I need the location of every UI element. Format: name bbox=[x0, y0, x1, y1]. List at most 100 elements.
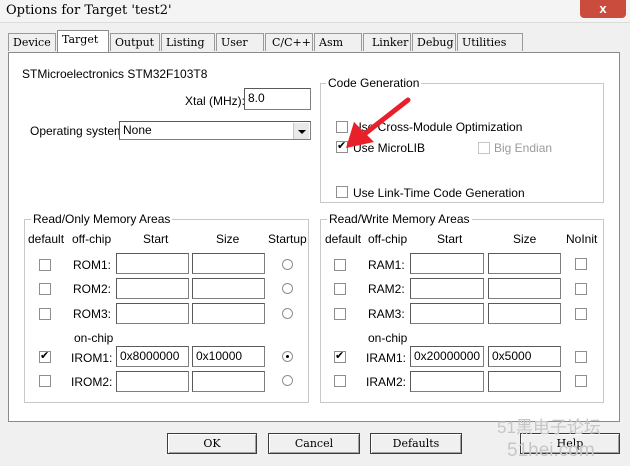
ro-header-offchip: off-chip bbox=[72, 232, 112, 246]
tab-listing[interactable]: Listing bbox=[161, 33, 215, 51]
ram2-default-checkbox[interactable] bbox=[334, 283, 346, 295]
rom1-size-input[interactable] bbox=[192, 253, 265, 274]
irom2-startup-radio[interactable] bbox=[282, 375, 293, 386]
rom3-default-checkbox[interactable] bbox=[39, 308, 51, 320]
rom3-label: ROM3: bbox=[73, 307, 112, 321]
tab-label: Device bbox=[13, 36, 51, 49]
iram1-label: IRAM1: bbox=[366, 351, 407, 365]
tab-utilities[interactable]: Utilities bbox=[457, 33, 523, 51]
tab-debug[interactable]: Debug bbox=[412, 33, 456, 51]
ram3-size-input[interactable] bbox=[488, 303, 561, 324]
tab-user[interactable]: User bbox=[216, 33, 264, 51]
iram1-start-input[interactable]: 0x20000000 bbox=[410, 346, 484, 367]
iram2-default-checkbox[interactable] bbox=[334, 375, 346, 387]
ram3-noinit-checkbox[interactable] bbox=[575, 308, 587, 320]
ro-header-start: Start bbox=[143, 232, 169, 246]
irom1-size-input[interactable]: 0x10000 bbox=[192, 346, 265, 367]
irom1-start-input[interactable]: 0x8000000 bbox=[116, 346, 189, 367]
tab-device[interactable]: Device bbox=[8, 33, 56, 51]
irom2-size-input[interactable] bbox=[192, 371, 265, 392]
iram2-noinit-checkbox[interactable] bbox=[575, 375, 587, 387]
ram2-label: RAM2: bbox=[368, 282, 405, 296]
irom2-default-checkbox[interactable] bbox=[39, 375, 51, 387]
cancel-button[interactable]: Cancel bbox=[268, 433, 360, 454]
tab-c-cpp[interactable]: C/C++ bbox=[265, 33, 313, 51]
ram2-start-input[interactable] bbox=[410, 278, 484, 299]
rw-memory-title: Read/Write Memory Areas bbox=[327, 212, 472, 226]
os-label: Operating system: bbox=[30, 124, 128, 138]
rom2-label: ROM2: bbox=[73, 282, 112, 296]
rom3-size-input[interactable] bbox=[192, 303, 265, 324]
irom1-default-checkbox[interactable] bbox=[39, 349, 51, 363]
irom2-start-input[interactable] bbox=[116, 371, 189, 392]
ro-header-default: default bbox=[28, 232, 65, 246]
rw-header-offchip: off-chip bbox=[368, 232, 408, 246]
rw-header-noinit: NoInit bbox=[566, 232, 598, 246]
ram2-size-input[interactable] bbox=[488, 278, 561, 299]
ram1-noinit-checkbox[interactable] bbox=[575, 258, 587, 270]
ro-header-size: Size bbox=[216, 232, 240, 246]
device-name: STMicroelectronics STM32F103T8 bbox=[22, 67, 208, 81]
tab-linker[interactable]: Linker bbox=[363, 33, 411, 51]
ro-memory-title: Read/Only Memory Areas bbox=[31, 212, 173, 226]
tab-asm[interactable]: Asm bbox=[314, 33, 362, 51]
tab-label: Utilities bbox=[462, 36, 507, 49]
ram3-default-checkbox[interactable] bbox=[334, 308, 346, 320]
rw-onchip-label: on-chip bbox=[368, 331, 408, 345]
iram1-default-checkbox[interactable] bbox=[334, 349, 346, 363]
iram2-size-input[interactable] bbox=[488, 371, 561, 392]
big-endian-label: Big Endian bbox=[494, 141, 553, 155]
rom1-start-input[interactable] bbox=[116, 253, 189, 274]
tab-label: User bbox=[221, 36, 248, 49]
tab-label: C/C++ bbox=[272, 36, 311, 49]
irom1-startup-radio[interactable] bbox=[282, 351, 293, 362]
os-select-value: None bbox=[123, 123, 152, 137]
tab-output[interactable]: Output bbox=[110, 33, 160, 51]
os-select[interactable]: None bbox=[119, 121, 311, 140]
iram1-noinit-checkbox[interactable] bbox=[575, 351, 587, 363]
chevron-down-icon[interactable] bbox=[293, 123, 309, 139]
tab-target[interactable]: Target bbox=[57, 30, 109, 52]
ro-header-startup: Startup bbox=[268, 232, 307, 246]
big-endian-checkbox[interactable] bbox=[478, 142, 490, 154]
rom2-start-input[interactable] bbox=[116, 278, 189, 299]
ram3-start-input[interactable] bbox=[410, 303, 484, 324]
rom1-default-checkbox[interactable] bbox=[39, 259, 51, 271]
xtal-label: Xtal (MHz): bbox=[185, 94, 245, 108]
rom3-start-input[interactable] bbox=[116, 303, 189, 324]
rw-header-size: Size bbox=[513, 232, 537, 246]
iram2-start-input[interactable] bbox=[410, 371, 484, 392]
ram1-size-input[interactable] bbox=[488, 253, 561, 274]
iram2-label: IRAM2: bbox=[366, 375, 407, 389]
rom1-label: ROM1: bbox=[73, 258, 112, 272]
defaults-button[interactable]: Defaults bbox=[370, 433, 462, 454]
watermark-line2: 51hei.com bbox=[507, 440, 595, 461]
ok-button[interactable]: OK bbox=[167, 433, 257, 454]
rom1-startup-radio[interactable] bbox=[282, 259, 293, 270]
irom1-label: IROM1: bbox=[71, 351, 113, 365]
rw-header-start: Start bbox=[437, 232, 463, 246]
tab-label: Target bbox=[62, 33, 99, 46]
irom2-label: IROM2: bbox=[71, 375, 113, 389]
ram1-start-input[interactable] bbox=[410, 253, 484, 274]
tab-label: Asm bbox=[319, 36, 344, 49]
iram1-size-input[interactable]: 0x5000 bbox=[488, 346, 561, 367]
tab-label: Debug bbox=[417, 36, 454, 49]
rom2-size-input[interactable] bbox=[192, 278, 265, 299]
close-button[interactable]: x bbox=[580, 0, 626, 18]
window-title: Options for Target 'test2' bbox=[6, 3, 172, 18]
watermark-line1: 51黑电子论坛 bbox=[497, 418, 601, 437]
link-time-label: Use Link-Time Code Generation bbox=[353, 186, 525, 200]
ram2-noinit-checkbox[interactable] bbox=[575, 283, 587, 295]
ram3-label: RAM3: bbox=[368, 307, 405, 321]
rom3-startup-radio[interactable] bbox=[282, 308, 293, 319]
ram1-default-checkbox[interactable] bbox=[334, 259, 346, 271]
rom2-startup-radio[interactable] bbox=[282, 283, 293, 294]
code-generation-title: Code Generation bbox=[326, 76, 422, 90]
xtal-input[interactable]: 8.0 bbox=[244, 88, 311, 110]
link-time-checkbox[interactable] bbox=[336, 186, 348, 198]
rom2-default-checkbox[interactable] bbox=[39, 283, 51, 295]
tab-label: Output bbox=[115, 36, 155, 49]
close-icon: x bbox=[599, 1, 607, 16]
annotation-arrow-icon bbox=[346, 97, 411, 148]
